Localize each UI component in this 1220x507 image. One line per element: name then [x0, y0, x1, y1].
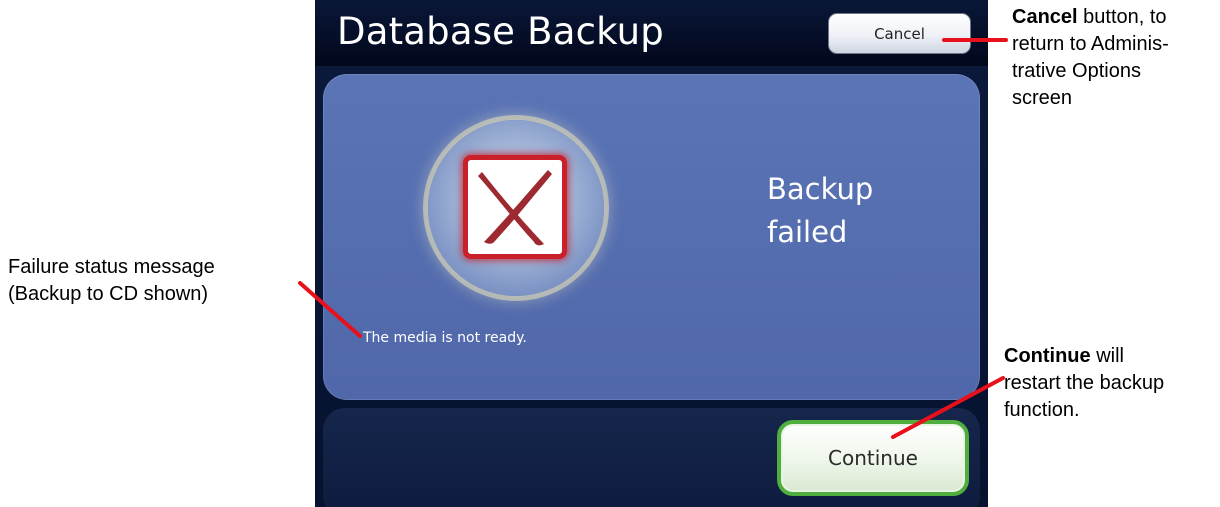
annotation-continue-line3: function.: [1004, 399, 1080, 421]
annotation-failure-line1: Failure status message: [8, 256, 215, 278]
annotation-failure-status: Failure status message (Backup to CD sho…: [8, 254, 288, 308]
annotation-continue-line1: Continue will: [1004, 343, 1216, 370]
annotation-cancel-line1: Cancel button, to: [1012, 4, 1217, 31]
annotation-failure-line2: (Backup to CD shown): [8, 283, 209, 305]
callout-line-continue: [891, 376, 1005, 439]
annotation-continue: Continue will restart the backup functio…: [1004, 343, 1216, 424]
annotation-continue-text1: will: [1090, 345, 1124, 367]
annotation-cancel-bold: Cancel: [1012, 6, 1078, 28]
annotation-cancel-line4: screen: [1012, 87, 1073, 109]
annotation-cancel-text1: button, to: [1077, 6, 1167, 28]
annotation-cancel-line3: trative Options: [1012, 60, 1141, 82]
annotation-continue-bold: Continue: [1004, 345, 1091, 367]
annotation-cancel-line2: return to Adminis-: [1012, 33, 1169, 55]
callout-line-failure: [298, 281, 362, 338]
annotation-cancel: Cancel button, to return to Adminis- tra…: [1012, 4, 1217, 112]
annotation-continue-line2: restart the backup: [1004, 372, 1165, 394]
